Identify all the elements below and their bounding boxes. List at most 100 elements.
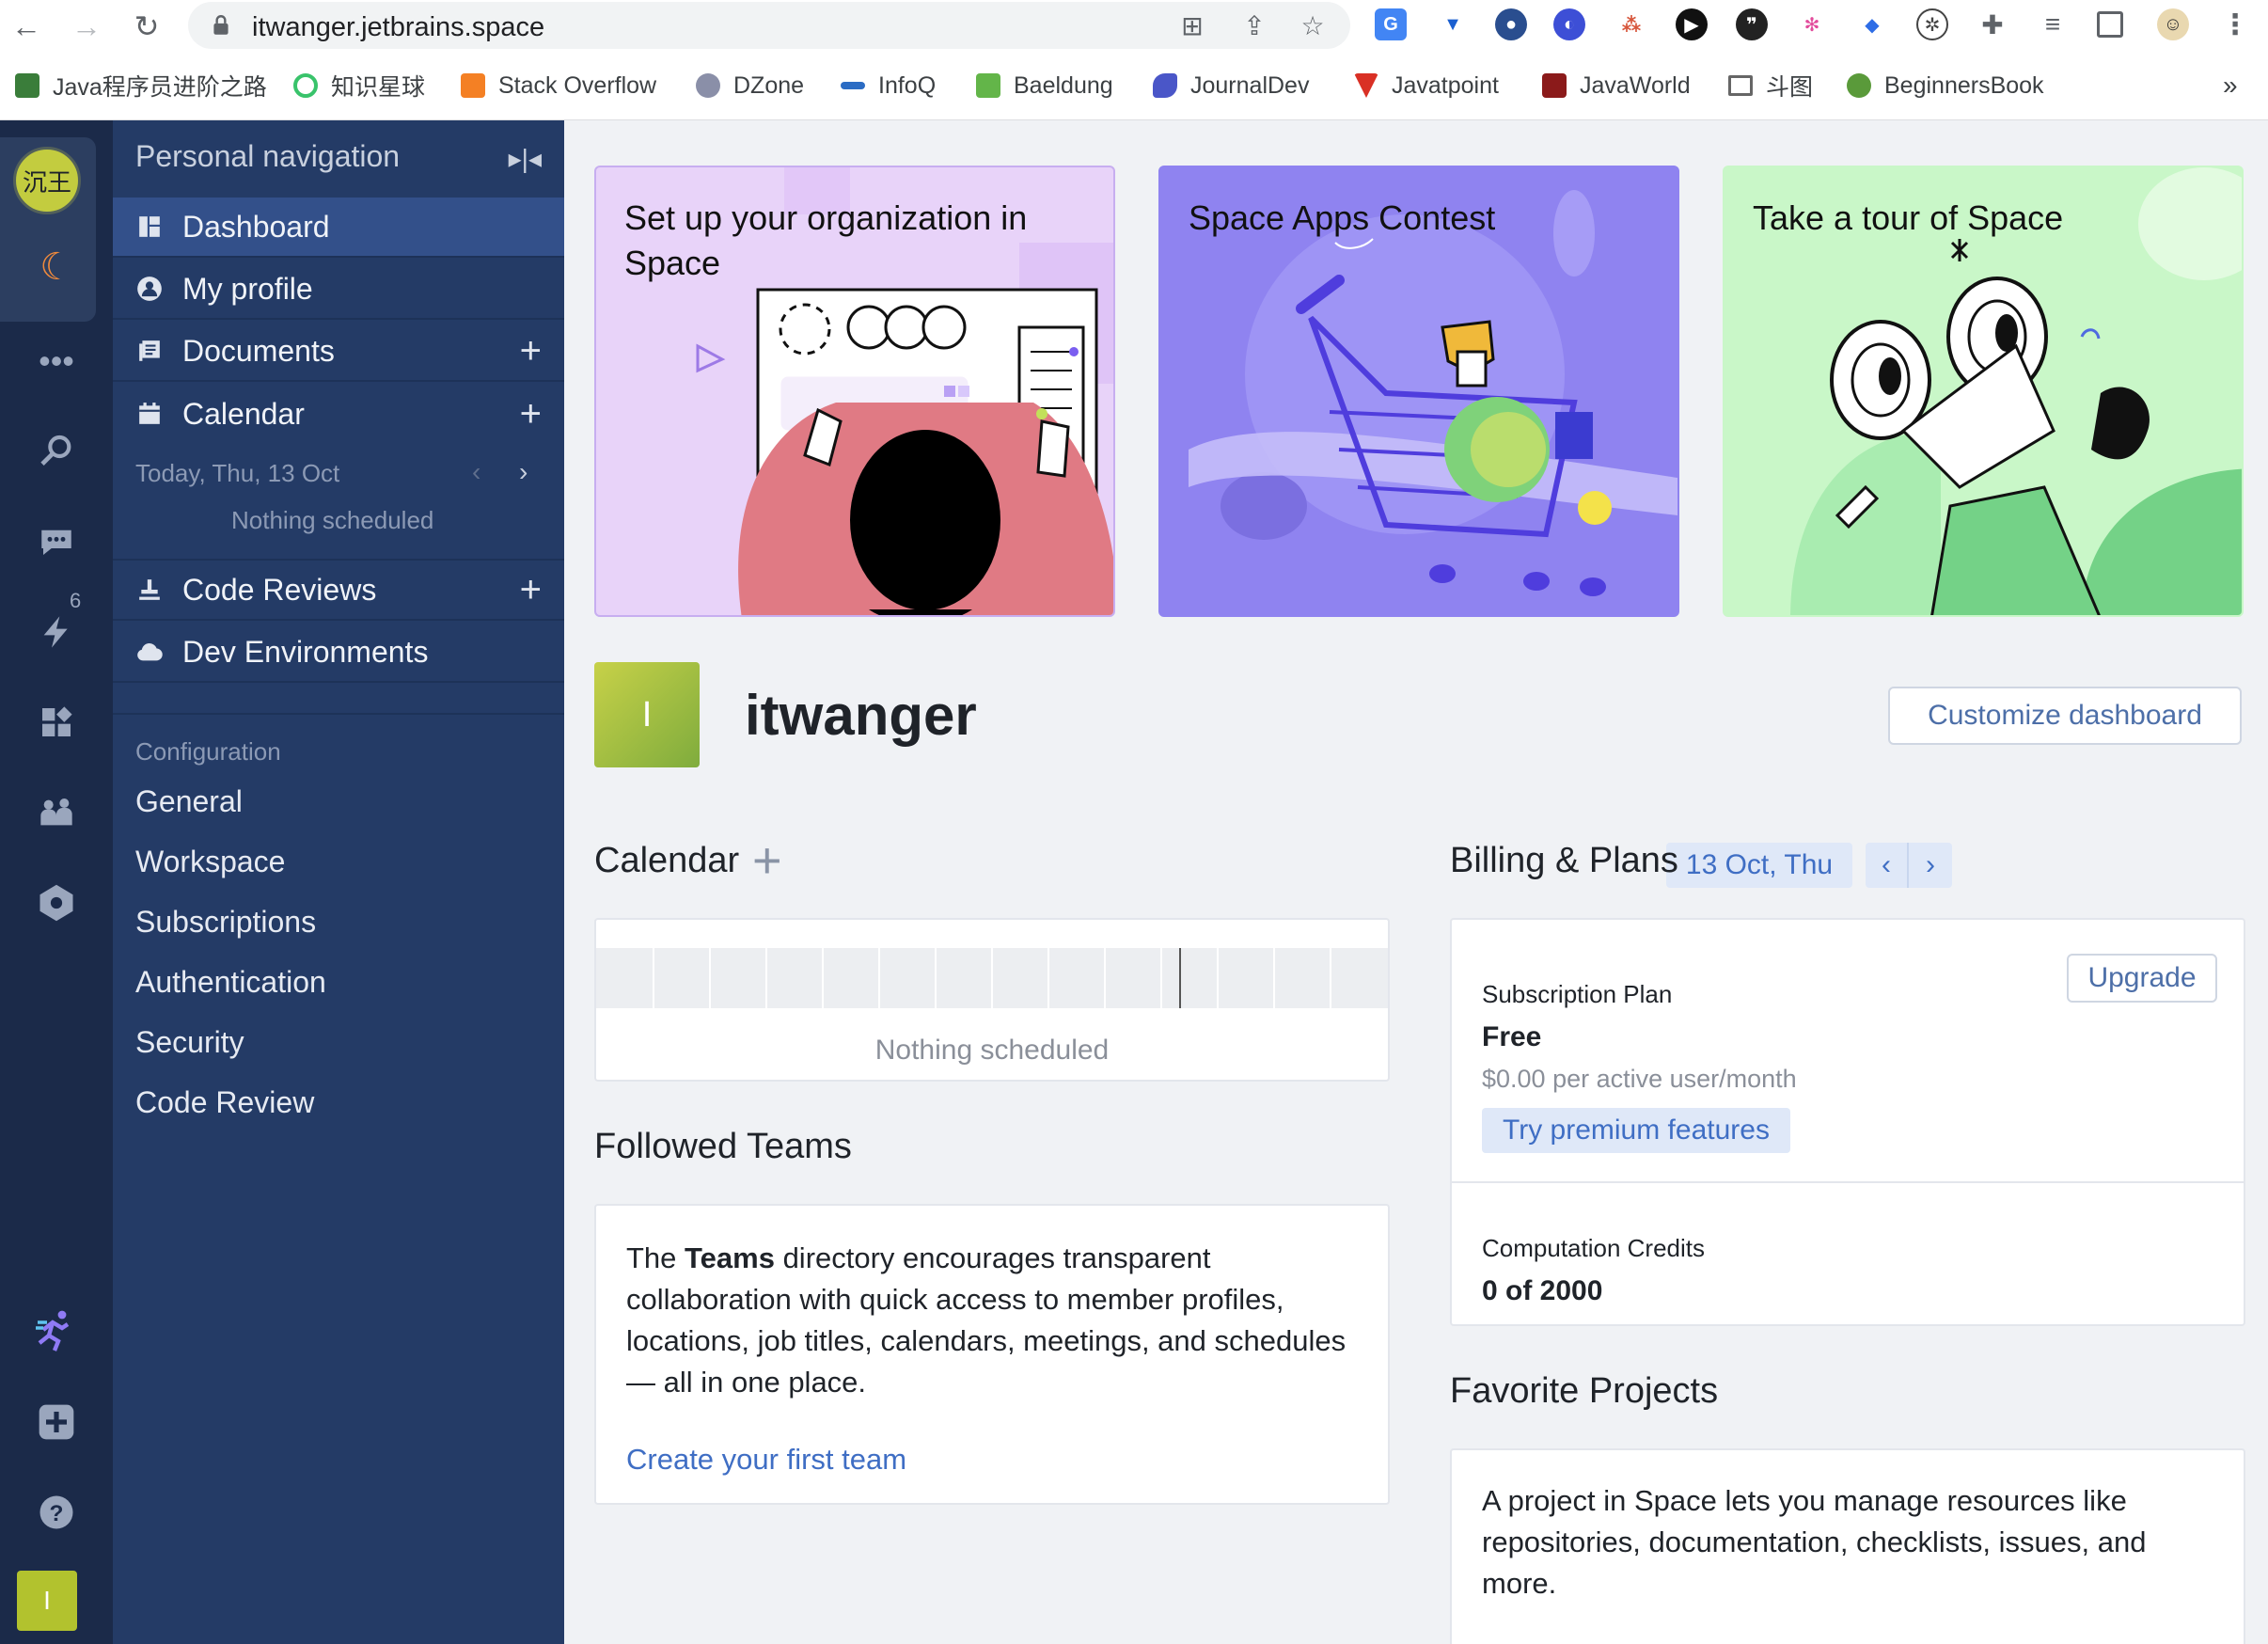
bookmark-javaworld[interactable]: JavaWorld xyxy=(1542,66,1691,105)
plan-name: Free xyxy=(1482,1021,1542,1052)
collapse-sidebar-icon[interactable]: ▸|◂ xyxy=(509,143,542,174)
swirl-extension-icon[interactable]: ◐ xyxy=(1553,8,1585,40)
chats-icon[interactable] xyxy=(24,510,88,574)
sidebar-calendar-empty: Nothing scheduled xyxy=(231,506,434,534)
browser-menu-icon[interactable]: ⋮ xyxy=(2219,8,2251,40)
timeline-gridline xyxy=(1330,948,1331,1008)
config-item-workspace[interactable]: Workspace xyxy=(135,845,285,879)
sidebar-item-dev-environments[interactable]: Dev Environments xyxy=(113,623,564,683)
computation-credits-label: Computation Credits xyxy=(1482,1234,1705,1262)
add-event-icon[interactable]: + xyxy=(520,393,542,435)
projects-description: A project in Space lets you manage resou… xyxy=(1482,1484,2147,1600)
address-bar[interactable]: itwanger.jetbrains.space ⊞ ⇪ ☆ xyxy=(188,2,1350,49)
pinwheel-extension-icon[interactable]: ✻ xyxy=(1796,8,1828,40)
timeline-gridline xyxy=(1104,948,1106,1008)
sidebar-item-my-profile[interactable]: My profile xyxy=(113,260,564,320)
create-first-team-link[interactable]: Create your first team xyxy=(626,1443,906,1477)
back-icon[interactable]: ← xyxy=(8,8,45,45)
network-extension-icon[interactable]: ⁂ xyxy=(1615,8,1647,40)
config-item-general[interactable]: General xyxy=(135,784,243,819)
bookmark-stackoverflow[interactable]: Stack Overflow xyxy=(461,66,656,105)
google-translate-extension-icon[interactable]: G xyxy=(1375,8,1407,40)
bookmark-dzone[interactable]: DZone xyxy=(696,66,804,105)
add-calendar-event-icon[interactable]: + xyxy=(752,831,782,890)
star-icon[interactable]: ☆ xyxy=(1298,11,1328,41)
sidebar-item-documents[interactable]: Documents + xyxy=(113,322,564,382)
sidebar-item-code-reviews[interactable]: Code Reviews + xyxy=(113,561,564,621)
bookmark-infoq[interactable]: InfoQ xyxy=(841,66,936,105)
reload-icon[interactable]: ↻ xyxy=(128,8,165,45)
jetbrains-runner-icon[interactable] xyxy=(24,1298,88,1362)
apps-icon[interactable] xyxy=(24,690,88,754)
config-item-security[interactable]: Security xyxy=(135,1025,244,1060)
bookmark-beginnersbook[interactable]: BeginnersBook xyxy=(1847,66,2044,105)
puzzle-extensions-icon[interactable]: ✚ xyxy=(1977,8,2008,40)
bookmark-favicon xyxy=(696,73,720,98)
diamond-extension-icon[interactable]: ▼ xyxy=(1437,8,1469,40)
browser-profile-avatar[interactable]: ☺ xyxy=(2157,8,2189,40)
calendar-next-button[interactable]: › xyxy=(1909,843,1952,888)
dashboard-main: Set up your organization in Space Space … xyxy=(564,120,2268,1644)
bookmark-journaldev[interactable]: JournalDev xyxy=(1153,66,1309,105)
palm-extension-icon[interactable]: ✲ xyxy=(1916,8,1948,40)
profile-avatar[interactable]: I xyxy=(594,662,700,767)
share-icon[interactable]: ⇪ xyxy=(1239,11,1269,41)
sidepanel-icon[interactable] xyxy=(2097,11,2123,38)
add-document-icon[interactable]: + xyxy=(520,330,542,372)
timeline-gridline xyxy=(878,948,880,1008)
user-avatar[interactable]: I xyxy=(17,1571,77,1631)
config-item-authentication[interactable]: Authentication xyxy=(135,965,326,1000)
reading-list-icon[interactable]: ≡ xyxy=(2037,8,2069,40)
config-item-subscriptions[interactable]: Subscriptions xyxy=(135,905,316,940)
followed-teams-title: Followed Teams xyxy=(594,1127,852,1166)
calendar-prev-icon[interactable]: ‹ xyxy=(472,457,480,487)
sidebar-item-label: Dashboard xyxy=(182,209,330,244)
sidebar-item-label: Code Reviews xyxy=(182,572,377,607)
banner-setup-organization[interactable]: Set up your organization in Space xyxy=(594,166,1115,617)
teams-icon[interactable] xyxy=(24,781,88,845)
customize-dashboard-button[interactable]: Customize dashboard xyxy=(1888,687,2242,745)
try-premium-button[interactable]: Try premium features xyxy=(1482,1108,1790,1153)
app-rail: 沉王 ☾ ••• 6 ? I xyxy=(0,120,113,1644)
add-review-icon[interactable]: + xyxy=(520,569,542,611)
calendar-date-chip[interactable]: 13 Oct, Thu xyxy=(1666,843,1852,888)
quote-extension-icon[interactable]: ❞ xyxy=(1736,8,1768,40)
calendar-next-icon[interactable]: › xyxy=(519,457,528,487)
search-icon[interactable] xyxy=(24,419,88,483)
graduation-extension-icon[interactable]: ◆ xyxy=(1856,8,1888,40)
administration-hexagon-icon[interactable] xyxy=(24,871,88,935)
plan-price: $0.00 per active user/month xyxy=(1482,1065,1797,1093)
avatar-extension-icon[interactable]: ● xyxy=(1495,8,1527,40)
config-item-code-review[interactable]: Code Review xyxy=(135,1085,314,1120)
browser-chrome: ← → ↻ itwanger.jetbrains.space ⊞ ⇪ ☆ G ▼… xyxy=(0,0,2268,120)
more-icon[interactable]: ••• xyxy=(24,329,88,393)
bookmark-zsxq[interactable]: 知识星球 xyxy=(293,66,425,105)
calendar-card: Nothing scheduled xyxy=(594,918,1390,1082)
sidebar-title: Personal navigation xyxy=(135,139,401,173)
banner-space-apps-contest[interactable]: Space Apps Contest xyxy=(1158,166,1679,617)
teams-description: The Teams directory encourages transpare… xyxy=(626,1238,1360,1403)
upgrade-button[interactable]: Upgrade xyxy=(2067,954,2217,1003)
calendar-prev-button[interactable]: ‹ xyxy=(1866,843,1909,888)
play-extension-icon[interactable]: ▶ xyxy=(1676,8,1708,40)
org-avatar[interactable]: 沉王 xyxy=(13,147,81,214)
bookmark-baeldung[interactable]: Baeldung xyxy=(976,66,1113,105)
timeline-gridline xyxy=(1273,948,1275,1008)
forward-icon[interactable]: → xyxy=(68,8,105,45)
lock-icon xyxy=(213,15,228,35)
timeline-gridline xyxy=(1160,948,1162,1008)
bookmark-java-roadmap[interactable]: Java程序员进阶之路 xyxy=(15,66,267,105)
bookmark-label: InfoQ xyxy=(878,71,937,99)
sidebar-item-dashboard[interactable]: Dashboard xyxy=(113,198,564,258)
personal-moon-icon[interactable]: ☾ xyxy=(24,235,88,299)
translate-icon[interactable]: ⊞ xyxy=(1177,11,1207,41)
timeline-gridline xyxy=(935,948,937,1008)
bookmarks-overflow-button[interactable]: » xyxy=(2223,66,2238,105)
banner-tour-of-space[interactable]: Take a tour of Space xyxy=(1723,166,2244,617)
bookmark-folder-doutu[interactable]: 斗图 xyxy=(1728,66,1813,105)
bookmark-javatpoint[interactable]: Javatpoint xyxy=(1354,66,1499,105)
sidebar-item-calendar[interactable]: Calendar + xyxy=(113,384,564,444)
url-text: itwanger.jetbrains.space xyxy=(252,12,545,42)
help-icon[interactable]: ? xyxy=(24,1480,88,1544)
create-new-icon[interactable] xyxy=(24,1390,88,1454)
